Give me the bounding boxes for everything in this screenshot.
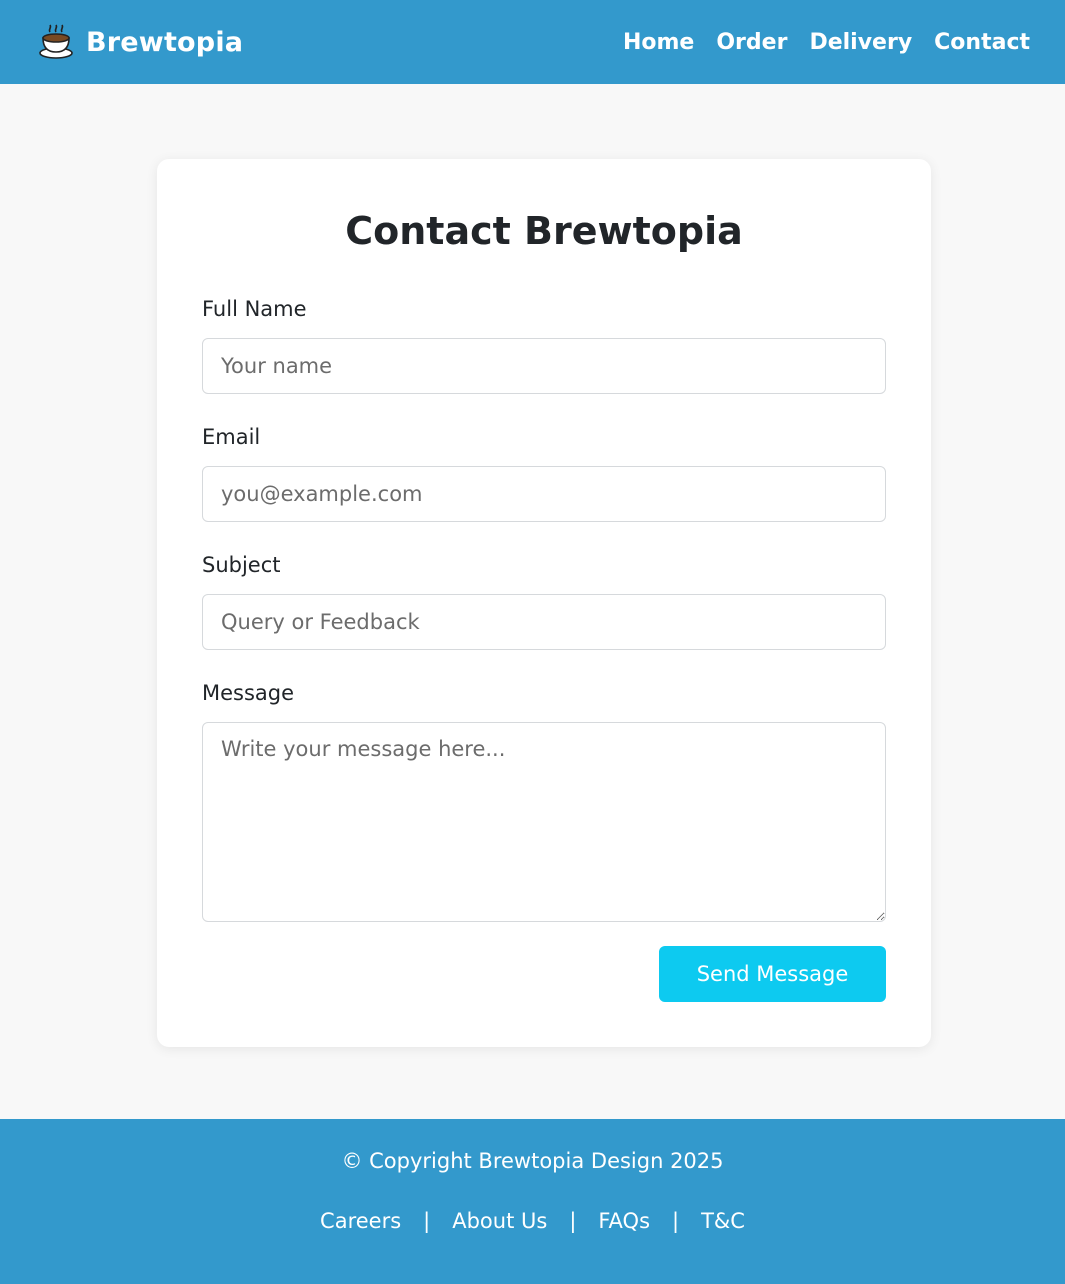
nav-contact-link[interactable]: Contact [934,26,1030,60]
email-label: Email [202,425,261,449]
full-name-label: Full Name [202,297,307,321]
footer-separator: | [672,1209,680,1233]
footer-careers-link[interactable]: Careers [320,1206,401,1236]
nav-home-link[interactable]: Home [623,26,694,60]
main-nav: Home Order Delivery Contact [623,26,1030,60]
site-footer: © Copyright Brewtopia Design 2025 Career… [0,1119,1065,1284]
coffee-cup-icon [38,24,74,60]
contact-form-card: Contact Brewtopia Full Name Email Subjec… [157,159,931,1047]
footer-about-link[interactable]: About Us [452,1206,547,1236]
subject-input[interactable] [202,594,886,650]
email-input[interactable] [202,466,886,522]
send-message-button[interactable]: Send Message [659,946,886,1002]
top-navbar: Brewtopia Home Order Delivery Contact [0,0,1065,84]
brand-name: Brewtopia [86,26,244,58]
footer-separator: | [423,1209,431,1233]
message-label: Message [202,681,295,705]
message-textarea[interactable] [202,722,886,922]
page-title: Contact Brewtopia [345,209,743,253]
footer-terms-link[interactable]: T&C [701,1206,745,1236]
footer-separator: | [569,1209,577,1233]
nav-order-link[interactable]: Order [716,26,787,60]
footer-links: Careers | About Us | FAQs | T&C [0,1206,1065,1236]
nav-delivery-link[interactable]: Delivery [809,26,912,60]
brand-logo-link[interactable]: Brewtopia [38,24,243,60]
copyright-text: © Copyright Brewtopia Design 2025 [341,1149,724,1173]
footer-faqs-link[interactable]: FAQs [598,1206,650,1236]
subject-label: Subject [202,553,281,577]
full-name-input[interactable] [202,338,886,394]
